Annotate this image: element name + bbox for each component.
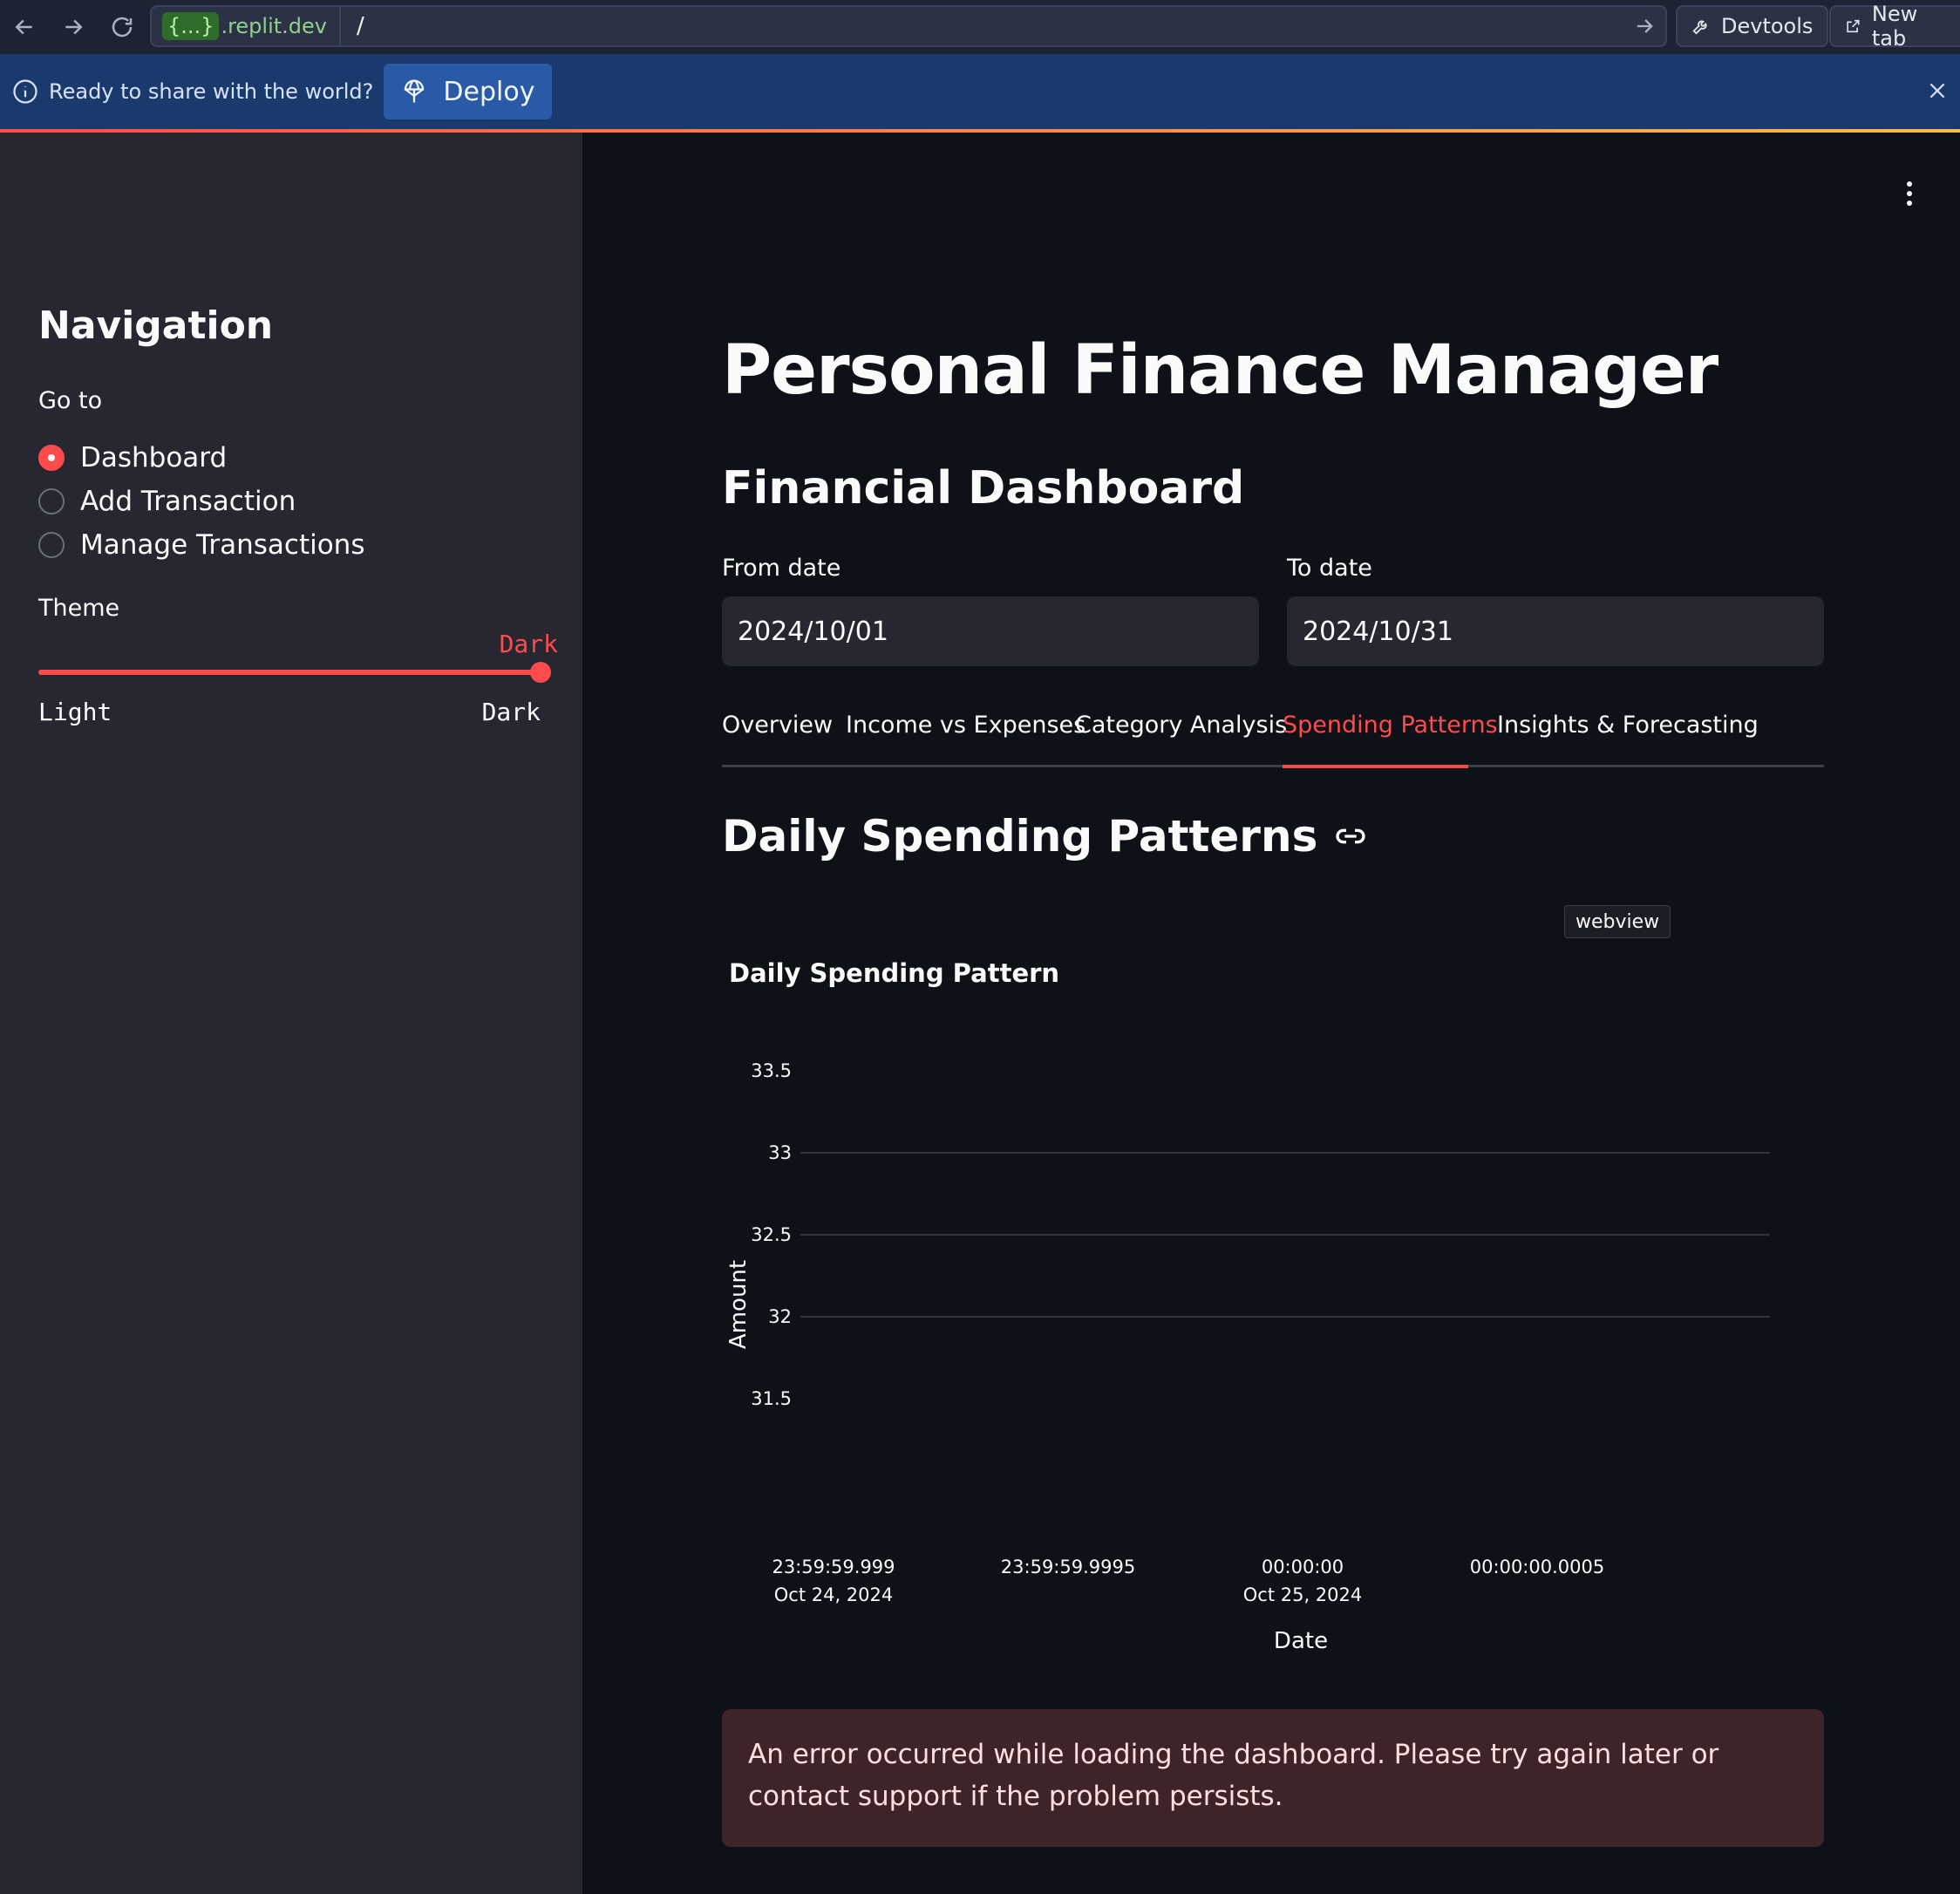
- dashboard-tabs: Overview Income vs Expenses Category Ana…: [722, 712, 1824, 768]
- y-tick-label: 32: [768, 1306, 792, 1327]
- goto-label: Go to: [38, 387, 103, 414]
- go-arrow-icon[interactable]: [1623, 14, 1665, 38]
- x-tick-time-label: 00:00:00: [1262, 1557, 1344, 1577]
- x-tick-time-label: 23:59:59.9995: [1001, 1557, 1135, 1577]
- forward-icon[interactable]: [49, 3, 98, 51]
- radio-selected-icon[interactable]: [38, 445, 65, 471]
- section-title: Financial Dashboard: [722, 462, 1245, 514]
- x-axis-title: Date: [1274, 1628, 1328, 1654]
- theme-slider-track[interactable]: [38, 670, 541, 675]
- browser-toolbar: {...} .replit.dev / Devtools New tab: [0, 0, 1960, 54]
- deploy-button[interactable]: Deploy: [384, 64, 553, 119]
- y-tick-label: 33: [768, 1142, 792, 1163]
- address-bar[interactable]: {...} .replit.dev /: [150, 5, 1667, 47]
- nav-option-dashboard[interactable]: Dashboard: [38, 436, 364, 480]
- url-path[interactable]: /: [341, 13, 1623, 39]
- new-tab-button[interactable]: New tab: [1829, 2, 1960, 51]
- link-icon[interactable]: [1333, 819, 1368, 854]
- nav-option-label: Manage Transactions: [80, 529, 365, 561]
- from-date-label: From date: [722, 555, 841, 582]
- tab-income-vs-expenses[interactable]: Income vs Expenses: [846, 712, 1085, 767]
- radio-unselected-icon[interactable]: [38, 532, 65, 558]
- deploy-label: Deploy: [443, 76, 535, 107]
- active-tab-indicator: [1283, 765, 1468, 768]
- nav-option-manage-transactions[interactable]: Manage Transactions: [38, 523, 364, 567]
- url-host-badge: {...}: [162, 12, 220, 40]
- external-link-icon: [1847, 19, 1860, 33]
- banner-message: Ready to share with the world?: [0, 78, 373, 105]
- to-date-input[interactable]: 2024/10/31: [1287, 596, 1824, 666]
- more-options-icon[interactable]: [1892, 176, 1927, 211]
- tab-category-analysis[interactable]: Category Analysis: [1075, 712, 1287, 767]
- theme-label: Theme: [38, 595, 120, 622]
- deploy-banner: Ready to share with the world? Deploy: [0, 54, 1960, 129]
- nav-option-label: Add Transaction: [80, 486, 296, 517]
- theme-slider-thumb[interactable]: [530, 662, 551, 683]
- error-alert: An error occurred while loading the dash…: [722, 1709, 1824, 1847]
- tab-insights-forecasting[interactable]: Insights & Forecasting: [1497, 712, 1759, 767]
- banner-text: Ready to share with the world?: [49, 79, 374, 104]
- new-tab-label: New tab: [1871, 2, 1918, 51]
- subsection-title: Daily Spending Patterns: [722, 811, 1368, 862]
- x-tick-date-label: Oct 24, 2024: [774, 1584, 894, 1605]
- page-title: Personal Finance Manager: [722, 331, 1718, 410]
- theme-slider-min: Light: [38, 698, 112, 726]
- theme-slider-max: Dark: [481, 698, 541, 726]
- url-host: {...} .replit.dev: [152, 7, 341, 45]
- x-tick-time-label: 00:00:00.0005: [1470, 1557, 1604, 1577]
- nav-radio-group: Dashboard Add Transaction Manage Transac…: [38, 436, 364, 567]
- x-tick-date-label: Oct 25, 2024: [1243, 1584, 1363, 1605]
- url-host-text: .replit.dev: [221, 14, 327, 38]
- back-icon[interactable]: [0, 3, 49, 51]
- reload-icon[interactable]: [98, 3, 146, 51]
- webview-badge: webview: [1564, 905, 1671, 938]
- subsection-title-text: Daily Spending Patterns: [722, 811, 1318, 862]
- y-tick-label: 33.5: [751, 1060, 792, 1081]
- x-tick-time-label: 23:59:59.999: [772, 1557, 895, 1577]
- wrench-icon: [1692, 20, 1707, 35]
- y-tick-label: 31.5: [751, 1388, 792, 1409]
- close-icon[interactable]: [1920, 73, 1955, 108]
- y-tick-label: 32.5: [751, 1224, 792, 1245]
- info-icon: [13, 79, 37, 104]
- from-date-input[interactable]: 2024/10/01: [722, 596, 1259, 666]
- chart-title: Daily Spending Pattern: [729, 958, 1059, 988]
- nav-option-add-transaction[interactable]: Add Transaction: [38, 480, 364, 523]
- theme-slider-value: Dark: [499, 630, 558, 658]
- sidebar-title: Navigation: [38, 303, 274, 348]
- y-axis-title: Amount: [725, 1260, 752, 1349]
- sidebar: Navigation Go to Dashboard Add Transacti…: [0, 133, 582, 1894]
- radio-unselected-icon[interactable]: [38, 488, 65, 514]
- deploy-icon: [405, 79, 425, 103]
- nav-option-label: Dashboard: [80, 442, 228, 474]
- tab-spending-patterns[interactable]: Spending Patterns: [1283, 712, 1498, 767]
- tab-overview[interactable]: Overview: [722, 712, 833, 767]
- daily-spending-chart: Daily Spending Pattern Amount Date 33.5 3…: [725, 958, 1770, 1654]
- to-date-label: To date: [1287, 555, 1372, 582]
- devtools-label: Devtools: [1721, 14, 1814, 38]
- devtools-button[interactable]: Devtools: [1676, 5, 1829, 47]
